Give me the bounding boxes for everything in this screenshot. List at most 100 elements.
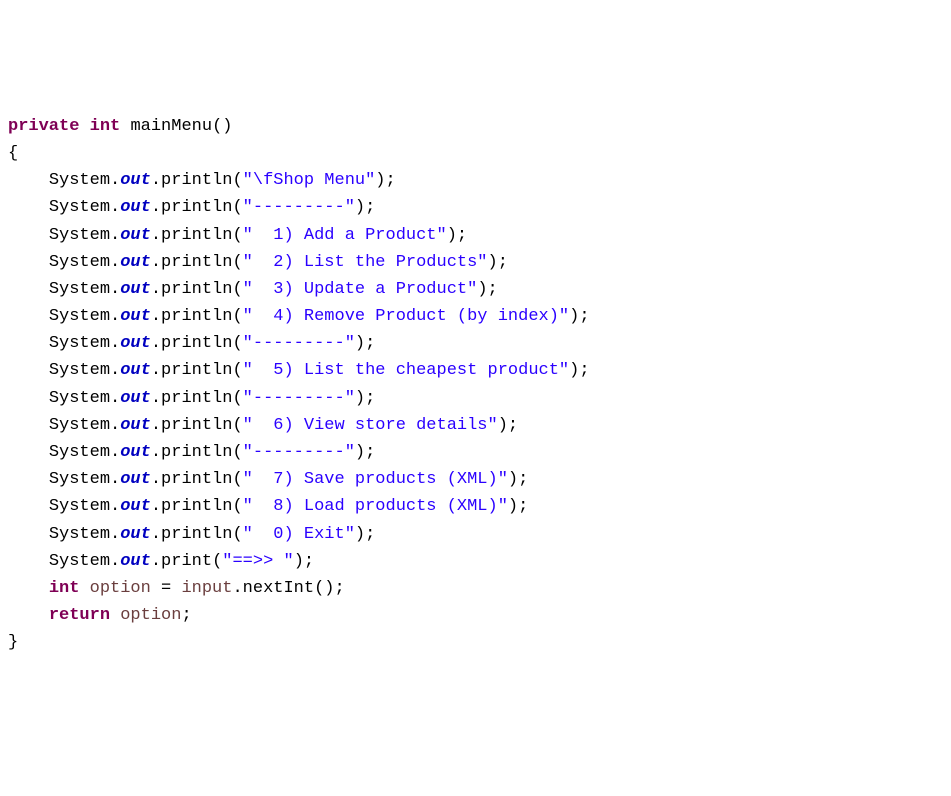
class-system: System <box>49 389 110 408</box>
method-println: println <box>161 171 232 190</box>
semicolon: ; <box>365 334 375 353</box>
dot: . <box>151 416 161 435</box>
class-system: System <box>49 334 110 353</box>
close-paren: ) <box>569 307 579 326</box>
method-println: println <box>161 416 232 435</box>
dot: . <box>110 307 120 326</box>
semicolon: ; <box>579 307 589 326</box>
method-println: println <box>161 525 232 544</box>
string-literal: " 4) Remove Product (by index)" <box>243 307 569 326</box>
method-println: println <box>161 443 232 462</box>
dot: . <box>110 171 120 190</box>
method-println: println <box>161 334 232 353</box>
semicolon: ; <box>518 470 528 489</box>
method-println: println <box>161 198 232 217</box>
semicolon: ; <box>488 280 498 299</box>
open-paren: ( <box>232 280 242 299</box>
dot: . <box>110 497 120 516</box>
method-name: mainMenu <box>130 117 212 136</box>
class-system: System <box>49 198 110 217</box>
keyword-int: int <box>49 579 80 598</box>
open-paren: ( <box>232 307 242 326</box>
string-literal: " 0) Exit" <box>243 525 355 544</box>
field-out: out <box>120 525 151 544</box>
dot: . <box>151 171 161 190</box>
field-out: out <box>120 389 151 408</box>
string-literal: " 5) List the cheapest product" <box>243 361 569 380</box>
string-literal: "---------" <box>243 198 355 217</box>
open-paren: ( <box>232 171 242 190</box>
semicolon: ; <box>181 606 191 625</box>
dot: . <box>151 253 161 272</box>
semicolon: ; <box>498 253 508 272</box>
open-paren: ( <box>232 416 242 435</box>
close-paren: ) <box>355 198 365 217</box>
dot: . <box>151 334 161 353</box>
semicolon: ; <box>304 552 314 571</box>
field-out: out <box>120 552 151 571</box>
dot: . <box>110 389 120 408</box>
close-paren: ) <box>488 253 498 272</box>
open-paren: ( <box>232 525 242 544</box>
dot: . <box>110 525 120 544</box>
dot: . <box>151 280 161 299</box>
string-literal: " 7) Save products (XML)" <box>243 470 508 489</box>
close-paren: ) <box>477 280 487 299</box>
field-out: out <box>120 497 151 516</box>
field-out: out <box>120 171 151 190</box>
class-system: System <box>49 525 110 544</box>
dot: . <box>110 280 120 299</box>
class-system: System <box>49 416 110 435</box>
dot: . <box>151 307 161 326</box>
string-literal: " 2) List the Products" <box>243 253 488 272</box>
dot: . <box>151 198 161 217</box>
keyword-private: private <box>8 117 79 136</box>
semicolon: ; <box>579 361 589 380</box>
variable-option: option <box>90 579 151 598</box>
class-system: System <box>49 253 110 272</box>
class-system: System <box>49 470 110 489</box>
method-print: print <box>161 552 212 571</box>
close-brace: } <box>8 633 18 652</box>
semicolon: ; <box>365 443 375 462</box>
parens: () <box>314 579 334 598</box>
class-system: System <box>49 307 110 326</box>
close-paren: ) <box>569 361 579 380</box>
parens: () <box>212 117 232 136</box>
class-system: System <box>49 552 110 571</box>
field-out: out <box>120 334 151 353</box>
keyword-int: int <box>90 117 121 136</box>
open-paren: ( <box>232 198 242 217</box>
field-out: out <box>120 307 151 326</box>
variable-input: input <box>181 579 232 598</box>
semicolon: ; <box>335 579 345 598</box>
keyword-return: return <box>49 606 110 625</box>
close-paren: ) <box>355 334 365 353</box>
field-out: out <box>120 470 151 489</box>
open-brace: { <box>8 144 18 163</box>
dot: . <box>151 525 161 544</box>
string-literal: "---------" <box>243 389 355 408</box>
close-paren: ) <box>355 443 365 462</box>
dot: . <box>110 361 120 380</box>
close-paren: ) <box>447 226 457 245</box>
close-paren: ) <box>508 497 518 516</box>
string-literal: "==>> " <box>222 552 293 571</box>
semicolon: ; <box>365 525 375 544</box>
dot: . <box>151 497 161 516</box>
string-literal: " 8) Load products (XML)" <box>243 497 508 516</box>
semicolon: ; <box>365 389 375 408</box>
dot: . <box>110 198 120 217</box>
close-paren: ) <box>498 416 508 435</box>
field-out: out <box>120 361 151 380</box>
string-literal: "---------" <box>243 443 355 462</box>
method-println: println <box>161 307 232 326</box>
field-out: out <box>120 226 151 245</box>
string-literal: " 6) View store details" <box>243 416 498 435</box>
variable-option: option <box>120 606 181 625</box>
dot: . <box>151 226 161 245</box>
code-block: private int mainMenu() { System.out.prin… <box>8 113 943 657</box>
open-paren: ( <box>232 389 242 408</box>
method-println: println <box>161 253 232 272</box>
method-println: println <box>161 361 232 380</box>
